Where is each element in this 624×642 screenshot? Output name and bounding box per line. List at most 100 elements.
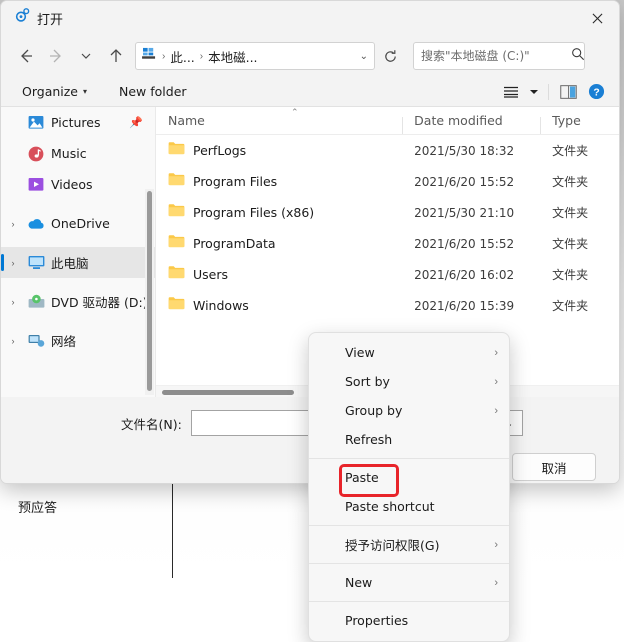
refresh-icon[interactable] bbox=[375, 41, 405, 71]
sidebar-item-label: OneDrive bbox=[51, 216, 110, 231]
column-header-name[interactable]: Name bbox=[156, 113, 402, 128]
table-row[interactable]: Program Files 2021/6/20 15:52 文件夹 bbox=[156, 166, 619, 197]
context-menu-item-refresh[interactable]: Refresh bbox=[309, 425, 509, 454]
table-row[interactable]: PerfLogs 2021/5/30 18:32 文件夹 bbox=[156, 135, 619, 166]
search-box[interactable] bbox=[413, 42, 585, 70]
chevron-right-icon: › bbox=[494, 347, 498, 359]
preview-pane-icon[interactable] bbox=[555, 80, 581, 104]
column-header-date-modified[interactable]: Date modified bbox=[402, 113, 540, 128]
sidebar-item-network[interactable]: › 网络 bbox=[1, 325, 155, 356]
sidebar-item-pictures[interactable]: Pictures 📌 bbox=[1, 107, 155, 138]
breadcrumb-item-2[interactable]: 本地磁... bbox=[208, 47, 257, 66]
network-icon bbox=[27, 332, 45, 350]
file-name-label: Program Files bbox=[193, 174, 277, 189]
context-menu-item-label: Properties bbox=[345, 613, 408, 628]
chevron-right-icon[interactable]: › bbox=[5, 297, 21, 307]
view-options-chevron-down-icon[interactable] bbox=[526, 80, 542, 104]
breadcrumb-separator: › bbox=[162, 51, 165, 62]
context-menu-item-properties[interactable]: Properties bbox=[309, 606, 509, 635]
sidebar-scrollbar-thumb[interactable] bbox=[147, 191, 152, 391]
breadcrumb-separator-2: › bbox=[200, 51, 203, 62]
organize-label: Organize bbox=[22, 84, 78, 99]
file-name-label: Windows bbox=[193, 298, 249, 313]
context-menu-item-sort-by[interactable]: Sort by › bbox=[309, 367, 509, 396]
address-bar[interactable]: › 此... › 本地磁... ⌄ bbox=[135, 42, 375, 70]
context-menu-item-paste-shortcut[interactable]: Paste shortcut bbox=[309, 492, 509, 521]
computer-icon bbox=[142, 47, 157, 65]
column-headers: Name Date modified Type ⌃ bbox=[156, 107, 619, 135]
help-icon[interactable]: ? bbox=[583, 80, 609, 104]
chevron-right-icon: › bbox=[494, 376, 498, 388]
folder-icon bbox=[168, 296, 185, 315]
context-menu-item-label: Refresh bbox=[345, 432, 392, 447]
context-menu-item-label: New bbox=[345, 575, 372, 590]
context-menu-item-paste[interactable]: Paste bbox=[309, 463, 509, 492]
folder-icon bbox=[168, 203, 185, 222]
pictures-icon bbox=[27, 114, 45, 132]
folder-icon bbox=[168, 265, 185, 284]
search-input[interactable] bbox=[421, 49, 571, 63]
svg-text:?: ? bbox=[593, 88, 599, 99]
chevron-right-icon: › bbox=[494, 539, 498, 551]
context-menu-item-new[interactable]: New › bbox=[309, 568, 509, 597]
column-header-type[interactable]: Type bbox=[540, 113, 619, 128]
filename-label: 文件名(N): bbox=[121, 414, 182, 433]
context-menu-item-view[interactable]: View › bbox=[309, 338, 509, 367]
context-menu-item-label: Paste shortcut bbox=[345, 499, 435, 514]
back-button[interactable] bbox=[11, 41, 41, 71]
sidebar-item-music[interactable]: Music bbox=[1, 138, 155, 169]
sidebar-item-this-pc[interactable]: › 此电脑 bbox=[1, 247, 155, 278]
table-row[interactable]: Program Files (x86) 2021/5/30 21:10 文件夹 bbox=[156, 197, 619, 228]
chevron-right-icon[interactable]: › bbox=[5, 336, 21, 346]
table-row[interactable]: Users 2021/6/20 16:02 文件夹 bbox=[156, 259, 619, 290]
context-menu-item-label: Paste bbox=[345, 470, 379, 485]
file-type-cell: 文件夹 bbox=[540, 142, 619, 159]
breadcrumb-item-1[interactable]: 此... bbox=[170, 47, 194, 66]
up-button[interactable] bbox=[101, 41, 131, 71]
file-list-scrollbar-thumb[interactable] bbox=[162, 390, 294, 395]
file-type-cell: 文件夹 bbox=[540, 173, 619, 190]
search-icon[interactable] bbox=[571, 47, 585, 66]
sidebar-item-label: 此电脑 bbox=[51, 253, 89, 272]
recent-locations-button[interactable] bbox=[71, 41, 101, 71]
close-icon[interactable] bbox=[575, 1, 619, 35]
chevron-right-icon: › bbox=[494, 405, 498, 417]
forward-button[interactable] bbox=[41, 41, 71, 71]
gear-icon bbox=[15, 8, 30, 28]
context-menu-item-grant-access[interactable]: 授予访问权限(G) › bbox=[309, 530, 509, 559]
context-menu-item-label: 授予访问权限(G) bbox=[345, 535, 439, 554]
organize-button[interactable]: Organize ▾ bbox=[15, 81, 94, 102]
context-menu-separator bbox=[309, 563, 509, 564]
sidebar-item-videos[interactable]: Videos bbox=[1, 169, 155, 200]
table-row[interactable]: ProgramData 2021/6/20 15:52 文件夹 bbox=[156, 228, 619, 259]
sidebar-item-onedrive[interactable]: › OneDrive bbox=[1, 208, 155, 239]
file-name-label: PerfLogs bbox=[193, 143, 246, 158]
list-view-icon[interactable] bbox=[498, 80, 524, 104]
background-divider bbox=[172, 478, 173, 578]
context-menu-separator bbox=[309, 525, 509, 526]
file-name-cell: Users bbox=[156, 265, 402, 284]
context-menu-separator bbox=[309, 601, 509, 602]
table-row[interactable]: Windows 2021/6/20 15:39 文件夹 bbox=[156, 290, 619, 321]
chevron-down-icon[interactable]: ⌄ bbox=[360, 51, 368, 62]
navigation-bar: › 此... › 本地磁... ⌄ bbox=[1, 35, 619, 77]
music-icon bbox=[27, 145, 45, 163]
context-menu-item-group-by[interactable]: Group by › bbox=[309, 396, 509, 425]
sidebar-item-dvd-drive[interactable]: › DVD 驱动器 (D:) bbox=[1, 286, 155, 317]
videos-icon bbox=[27, 176, 45, 194]
file-name-cell: PerfLogs bbox=[156, 141, 402, 160]
chevron-down-icon: ▾ bbox=[83, 87, 87, 96]
sidebar-scrollbar[interactable] bbox=[145, 189, 154, 395]
new-folder-button[interactable]: New folder bbox=[112, 81, 194, 102]
sidebar-item-label: Pictures bbox=[51, 115, 101, 130]
title-group: 打开 bbox=[1, 8, 63, 28]
cancel-button[interactable]: 取消 bbox=[512, 453, 596, 481]
chevron-right-icon[interactable]: › bbox=[5, 258, 21, 268]
sidebar-item-label: DVD 驱动器 (D:) bbox=[51, 292, 148, 311]
onedrive-icon bbox=[27, 215, 45, 233]
file-date-cell: 2021/6/20 15:39 bbox=[402, 299, 540, 313]
pin-icon[interactable]: 📌 bbox=[129, 116, 143, 129]
file-date-cell: 2021/5/30 21:10 bbox=[402, 206, 540, 220]
chevron-right-icon[interactable]: › bbox=[5, 219, 21, 229]
navigation-sidebar: Pictures 📌 Music Videos › bbox=[1, 107, 156, 397]
